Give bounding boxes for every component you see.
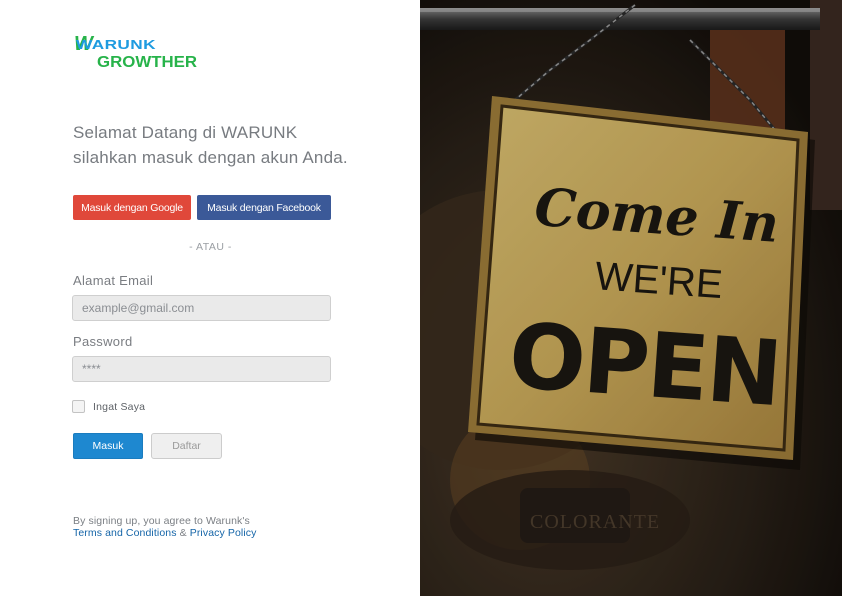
social-login-buttons: Masuk dengan Google Masuk dengan Faceboo…	[73, 195, 331, 220]
privacy-link[interactable]: Privacy Policy	[190, 527, 257, 539]
email-label: Alamat Email	[73, 273, 154, 288]
hero-image: COLORANTE Come In WE'RE OPEN	[420, 0, 842, 596]
login-page: W WARUNK GROWTHER Selamat Datang di WARU…	[0, 0, 842, 596]
password-label: Password	[73, 334, 133, 349]
login-button[interactable]: Masuk	[73, 433, 143, 459]
welcome-message: Selamat Datang di WARUNK silahkan masuk …	[73, 120, 348, 170]
terms-notice: By signing up, you agree to Warunk's Ter…	[73, 515, 256, 539]
remember-me-checkbox[interactable]	[72, 400, 85, 413]
facebook-login-button[interactable]: Masuk dengan Facebook	[197, 195, 331, 220]
welcome-line-2: silahkan masuk dengan akun Anda.	[73, 148, 348, 167]
google-login-button[interactable]: Masuk dengan Google	[73, 195, 191, 220]
register-button[interactable]: Daftar	[151, 433, 222, 459]
terms-ampersand: &	[179, 527, 187, 539]
logo-line2: GROWTHER	[97, 54, 197, 71]
warunk-growther-logo: W WARUNK GROWTHER	[74, 33, 197, 71]
password-field[interactable]	[72, 356, 331, 382]
remember-me[interactable]: Ingat Saya	[72, 400, 145, 413]
form-actions: Masuk Daftar	[73, 433, 222, 459]
terms-prefix: By signing up, you agree to Warunk's	[73, 515, 250, 527]
open-sign-photo: COLORANTE Come In WE'RE OPEN	[420, 0, 842, 596]
remember-me-label[interactable]: Ingat Saya	[93, 401, 145, 413]
logo-line1: WARUNK	[76, 38, 156, 52]
login-panel: W WARUNK GROWTHER Selamat Datang di WARU…	[0, 0, 420, 596]
or-divider: - ATAU -	[189, 241, 232, 253]
welcome-line-1: Selamat Datang di WARUNK	[73, 123, 298, 142]
email-field[interactable]	[72, 295, 331, 321]
terms-link[interactable]: Terms and Conditions	[73, 527, 177, 539]
